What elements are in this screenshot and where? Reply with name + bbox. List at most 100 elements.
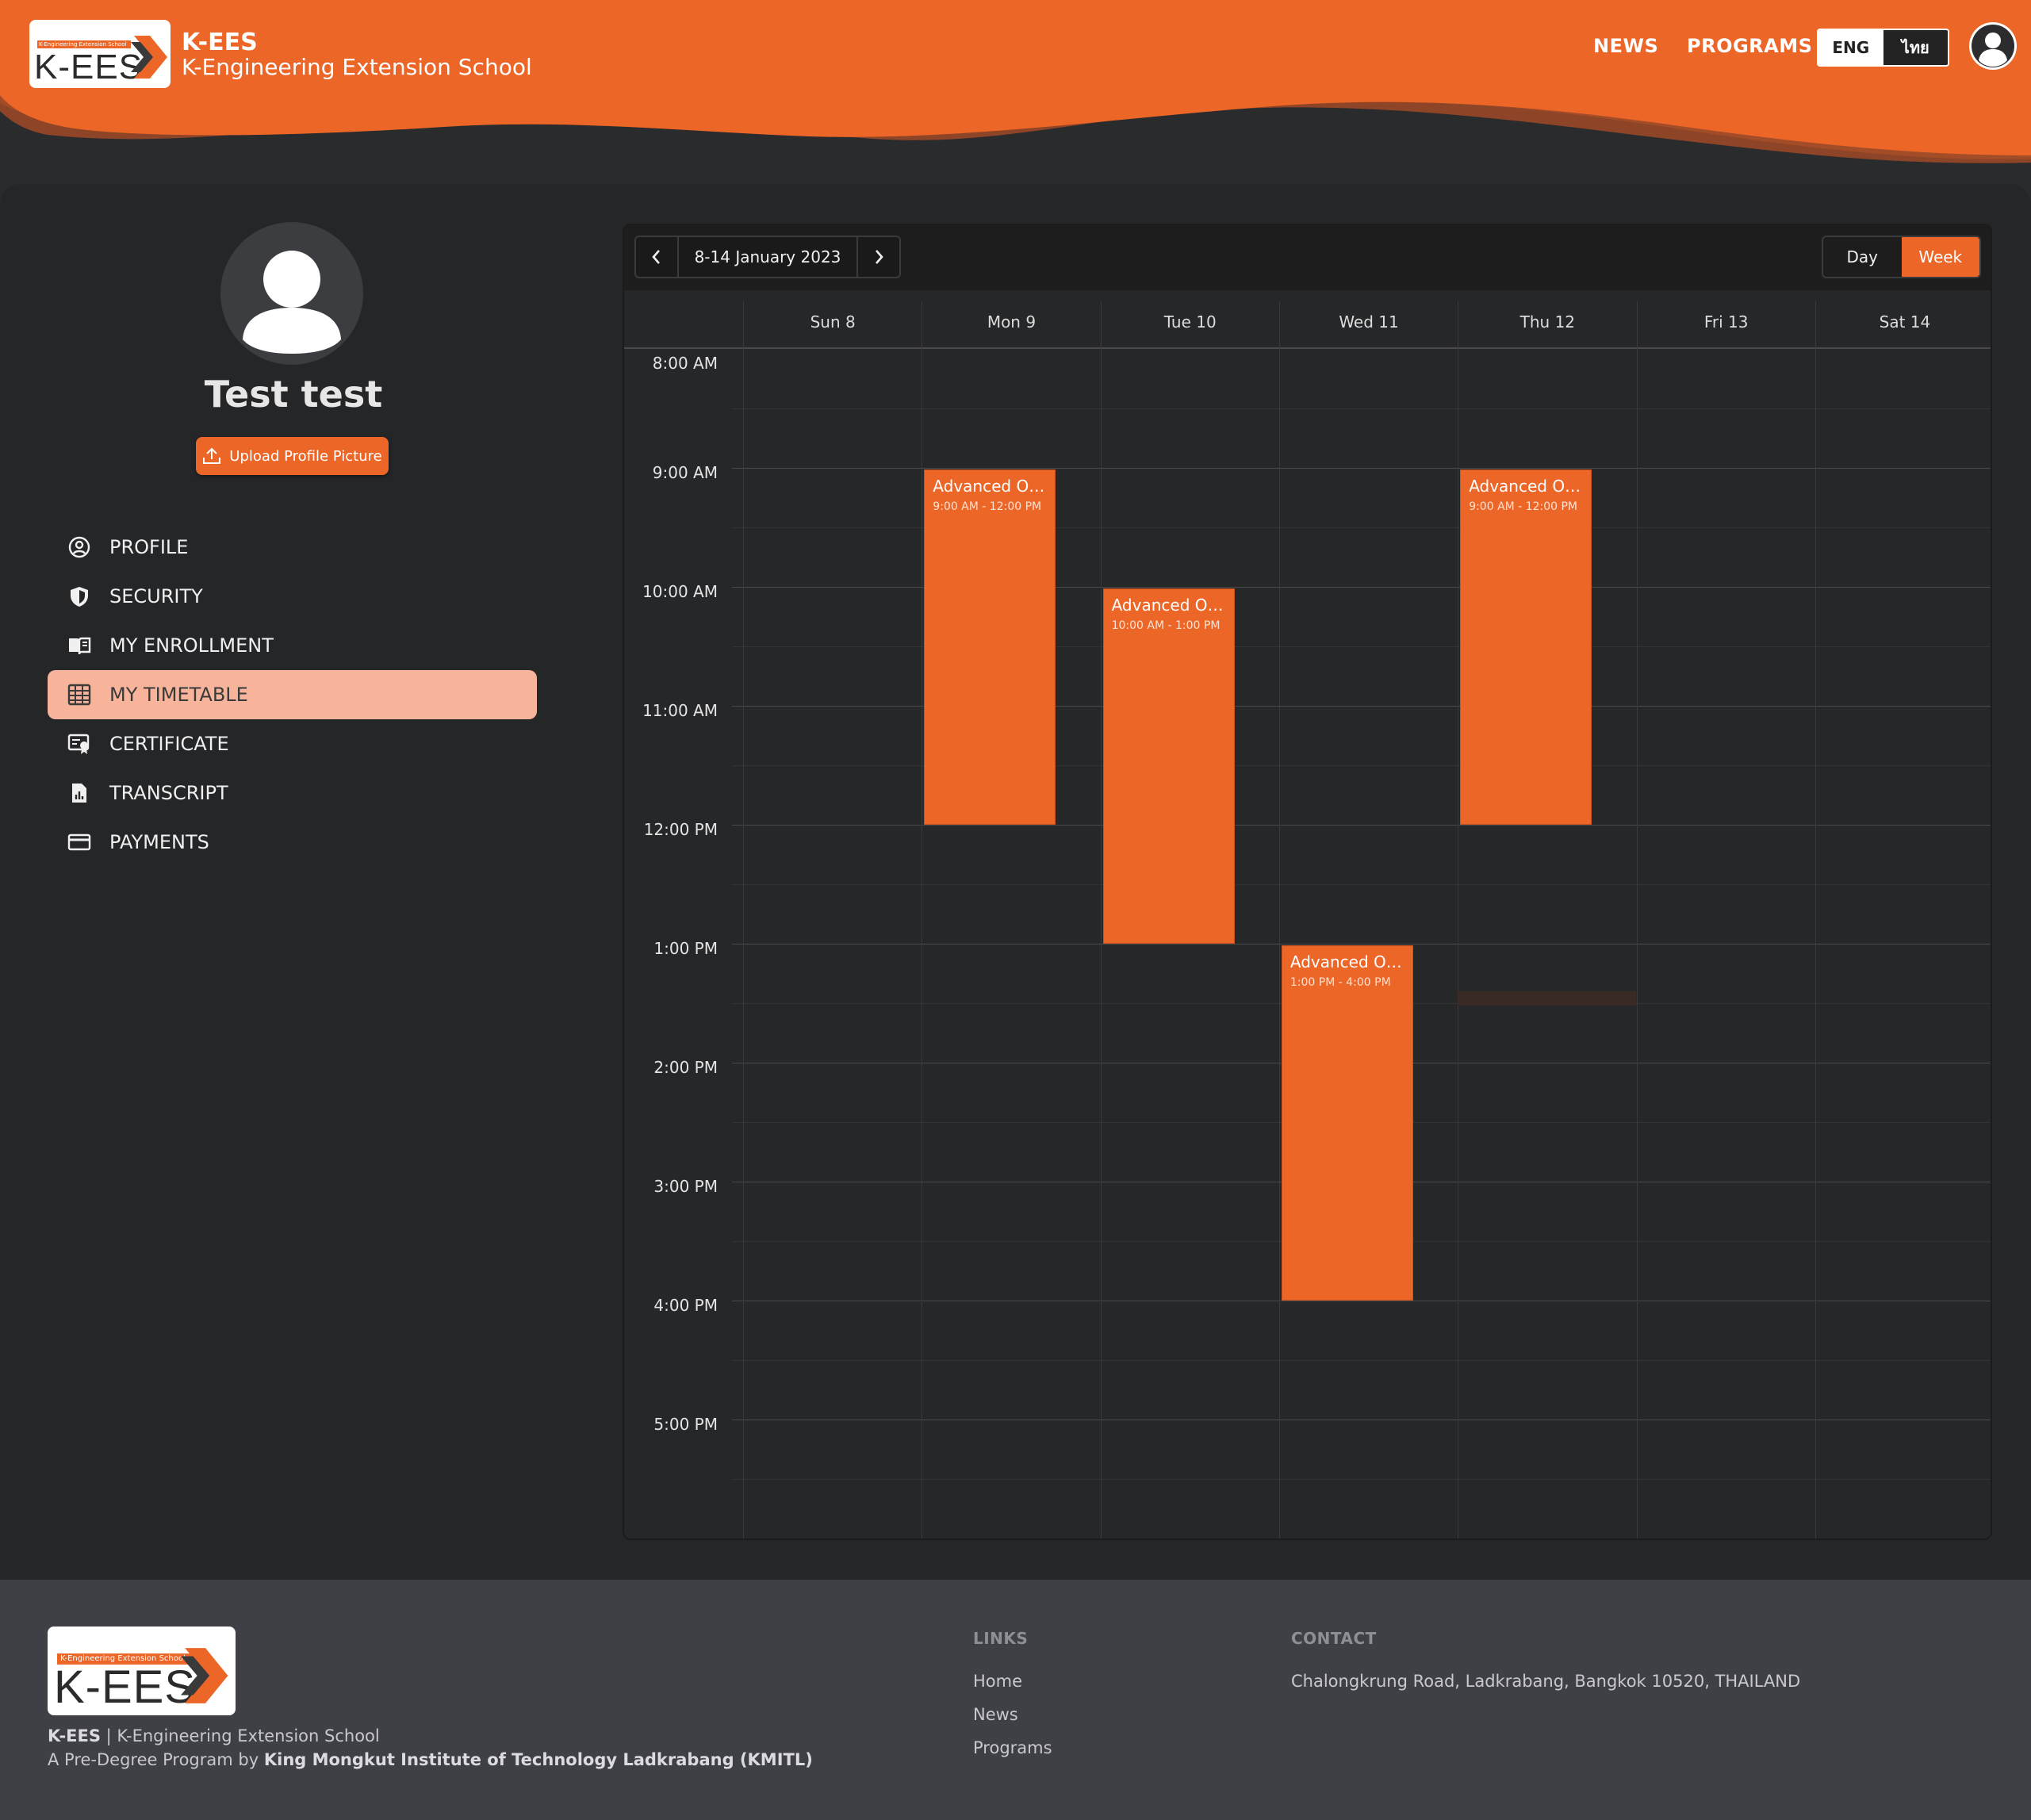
event-title: Advanced Op...: [1469, 477, 1584, 496]
day-header: Tue 10: [1100, 301, 1279, 349]
time-label: 9:00 AM: [652, 463, 718, 482]
day-column-line: [1100, 301, 1102, 1538]
event-title: Advanced Op...: [1111, 596, 1226, 615]
time-label: 12:00 PM: [643, 820, 718, 839]
date-range-label: 8-14 January 2023: [677, 237, 858, 277]
upload-button-label: Upload Profile Picture: [229, 447, 382, 465]
time-label: 8:00 AM: [652, 354, 718, 373]
time-label: 2:00 PM: [653, 1058, 718, 1077]
day-header: Wed 11: [1278, 301, 1458, 349]
sidebar-item-label: SECURITY: [109, 585, 203, 607]
sidebar-item-profile[interactable]: PROFILE: [48, 523, 537, 572]
footer-link-home[interactable]: Home: [973, 1672, 1022, 1691]
language-switch: ENG ไทย: [1817, 29, 1949, 67]
logo-chevron-icon: [131, 36, 167, 79]
view-switch: Day Week: [1822, 236, 1981, 278]
timetable-event[interactable]: Advanced Op... 9:00 AM - 12:00 PM: [1460, 469, 1592, 825]
chevron-left-icon: [652, 250, 660, 264]
day-header: Thu 12: [1458, 301, 1636, 349]
footer-logo[interactable]: K-Engineering Extension School K-EES: [48, 1627, 236, 1715]
footer-logo-chevron-icon: [181, 1648, 228, 1703]
footer-brand-full: K-Engineering Extension School: [117, 1726, 380, 1745]
card-icon: [67, 830, 92, 855]
brand-title: K-EES: [182, 29, 258, 56]
timetable-event[interactable]: Advanced Op... 10:00 AM - 1:00 PM: [1102, 588, 1235, 944]
footer-contact-heading: CONTACT: [1291, 1629, 1377, 1648]
transcript-icon: [67, 780, 92, 806]
sidebar-item-label: MY ENROLLMENT: [109, 634, 274, 657]
sidebar-item-transcript[interactable]: TRANSCRIPT: [48, 768, 537, 818]
day-column-line: [1636, 301, 1638, 1538]
chevron-right-icon: [876, 250, 883, 264]
footer-link-news[interactable]: News: [973, 1705, 1018, 1724]
sidebar-item-label: TRANSCRIPT: [109, 782, 228, 804]
time-label: 1:00 PM: [653, 939, 718, 958]
sidebar-item-label: MY TIMETABLE: [109, 684, 248, 706]
next-week-button[interactable]: [858, 237, 899, 277]
event-time: 10:00 AM - 1:00 PM: [1111, 619, 1221, 632]
lang-eng-button[interactable]: ENG: [1818, 30, 1883, 65]
timetable-event[interactable]: Advanced Op... 1:00 PM - 4:00 PM: [1281, 945, 1413, 1301]
profile-avatar-icon: [243, 251, 341, 354]
time-label: 5:00 PM: [653, 1415, 718, 1434]
footer-tagline: A Pre-Degree Program by King Mongkut Ins…: [48, 1750, 813, 1769]
site-header: K-Engineering Extension School K-EES K-E…: [0, 0, 2031, 186]
certificate-icon: [67, 731, 92, 757]
table-icon: [67, 682, 92, 707]
event-time: 9:00 AM - 12:00 PM: [933, 500, 1042, 513]
header-logo[interactable]: K-Engineering Extension School K-EES: [29, 20, 171, 88]
logo-mark: K-EES: [34, 48, 144, 86]
sidebar-item-label: PAYMENTS: [109, 831, 209, 853]
book-icon: [67, 633, 92, 658]
footer-brand-line: K-EES | K-Engineering Extension School: [48, 1726, 380, 1745]
upload-profile-picture-button[interactable]: Upload Profile Picture: [196, 437, 389, 475]
footer-tagline-prefix: A Pre-Degree Program by: [48, 1750, 259, 1769]
header-divider: [624, 347, 1991, 349]
sidebar-item-label: CERTIFICATE: [109, 733, 229, 755]
timetable-event[interactable]: Advanced Op... 9:00 AM - 12:00 PM: [924, 469, 1056, 825]
day-header: Fri 13: [1636, 301, 1815, 349]
user-circle-icon: [67, 535, 92, 560]
event-time: 9:00 AM - 12:00 PM: [1469, 500, 1578, 513]
user-silhouette-icon: [1972, 25, 2014, 67]
sidebar-item-payments[interactable]: PAYMENTS: [48, 818, 537, 867]
footer-link-programs[interactable]: Programs: [973, 1738, 1052, 1757]
day-view-button[interactable]: Day: [1823, 237, 1902, 277]
date-navigator: 8-14 January 2023: [634, 236, 901, 278]
footer-brand-short: K-EES: [48, 1726, 101, 1745]
day-header: Mon 9: [922, 301, 1100, 349]
day-column-line: [743, 301, 744, 1538]
sidebar-item-my-timetable[interactable]: MY TIMETABLE: [48, 670, 537, 719]
event-time: 1:00 PM - 4:00 PM: [1289, 976, 1391, 989]
upload-icon: [203, 447, 221, 464]
day-column-line: [1814, 301, 1816, 1538]
profile-avatar: [220, 222, 363, 365]
time-label: 3:00 PM: [653, 1177, 718, 1196]
nav-programs-link[interactable]: PROGRAMS: [1687, 35, 1812, 57]
footer-logo-mark: K-EES: [54, 1661, 197, 1713]
event-title: Advanced Op...: [1289, 952, 1404, 971]
week-view-button[interactable]: Week: [1901, 237, 1979, 277]
footer-contact-address: Chalongkrung Road, Ladkrabang, Bangkok 1…: [1291, 1672, 1801, 1691]
profile-name: Test test: [204, 373, 383, 416]
timetable-calendar: 8-14 January 2023 Day Week Sun 8 Mon 9 Tue…: [623, 224, 1992, 1540]
shield-icon: [67, 584, 92, 609]
time-label: 10:00 AM: [642, 582, 718, 601]
user-account-icon[interactable]: [1969, 22, 2017, 70]
nav-news-link[interactable]: NEWS: [1593, 35, 1658, 57]
time-label: 4:00 PM: [653, 1296, 718, 1315]
site-footer: [0, 1580, 2031, 1820]
lang-thai-button[interactable]: ไทย: [1883, 30, 1948, 65]
sidebar-item-my-enrollment[interactable]: MY ENROLLMENT: [48, 621, 537, 670]
day-column-line: [1278, 301, 1280, 1538]
footer-links-heading: LINKS: [973, 1629, 1029, 1648]
brand-subtitle: K-Engineering Extension School: [182, 54, 532, 80]
day-header: Sat 14: [1814, 301, 1991, 349]
time-label: 11:00 AM: [642, 701, 718, 720]
day-header: Sun 8: [743, 301, 922, 349]
header-wave-background: [0, 0, 2031, 163]
prev-week-button[interactable]: [636, 237, 677, 277]
footer-tagline-org: King Mongkut Institute of Technology Lad…: [263, 1750, 813, 1769]
sidebar-item-security[interactable]: SECURITY: [48, 572, 537, 621]
sidebar-item-certificate[interactable]: CERTIFICATE: [48, 719, 537, 768]
